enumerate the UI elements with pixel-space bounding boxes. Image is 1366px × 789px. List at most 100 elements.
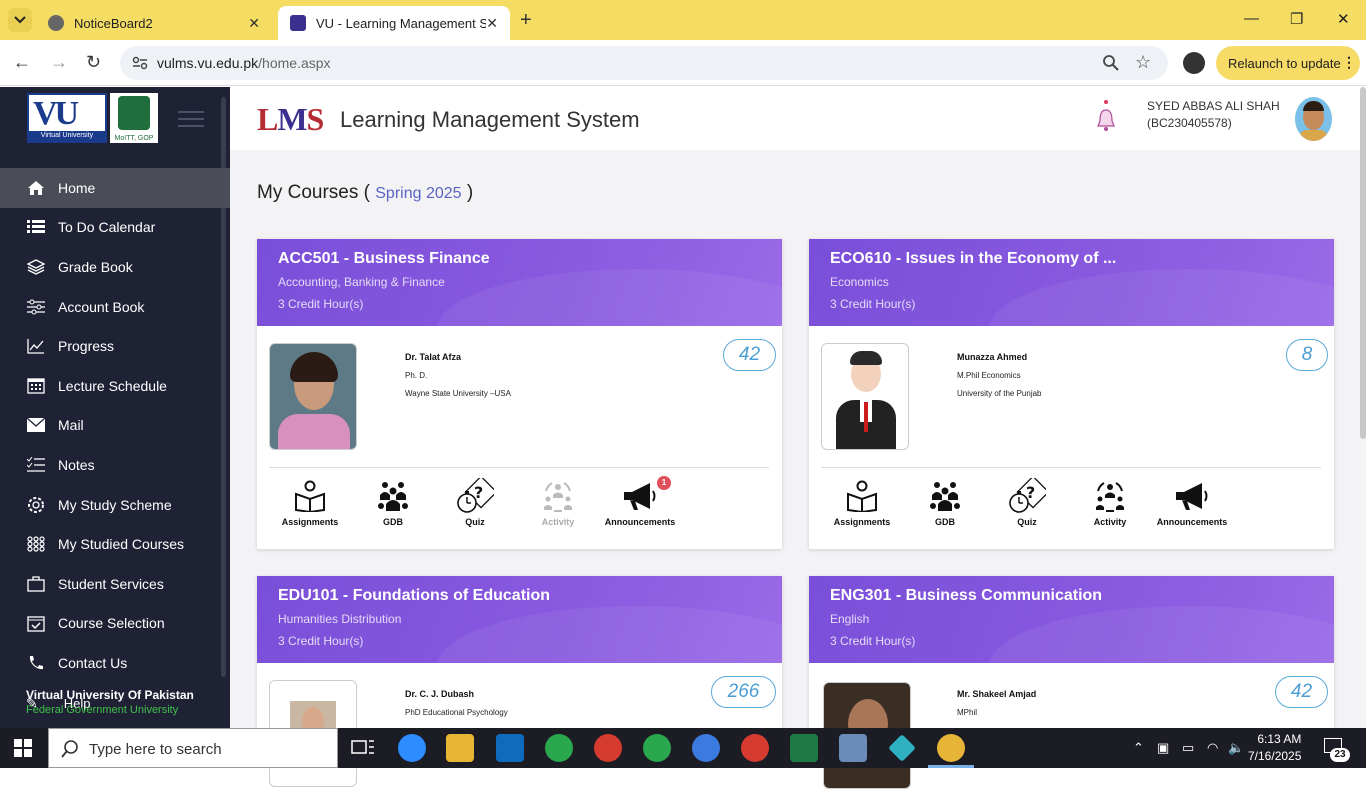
chrome-icon[interactable] — [545, 734, 573, 762]
gdb-button[interactable]: GDB — [352, 476, 434, 527]
maximize-icon[interactable]: ❐ — [1290, 10, 1303, 28]
sidebar-item-home[interactable]: Home — [0, 168, 230, 208]
action-label: GDB — [935, 517, 955, 527]
minimize-icon[interactable]: — — [1244, 10, 1259, 27]
book-reader-icon — [821, 476, 903, 516]
chrome-icon[interactable] — [692, 734, 720, 762]
app-diamond-icon[interactable] — [888, 734, 916, 762]
course-card[interactable]: EDU101 - Foundations of Education Humani… — [257, 576, 782, 787]
sidebar-item-student-services[interactable]: Student Services — [0, 564, 230, 604]
sidebar-item-course-selection[interactable]: Course Selection — [0, 604, 230, 644]
task-view-icon[interactable] — [350, 734, 378, 762]
seal-icon — [118, 96, 150, 130]
volume-muted-icon[interactable]: 🔈 — [1228, 740, 1244, 756]
site-info-icon[interactable] — [132, 56, 148, 70]
sidebar-item-todo-calendar[interactable]: To Do Calendar — [0, 208, 230, 248]
vu-logo[interactable]: VU Virtual University — [27, 93, 107, 143]
address-bar[interactable]: vulms.vu.edu.pk/home.aspx ☆ — [120, 46, 1168, 80]
sidebar-item-my-studied-courses[interactable]: My Studied Courses — [0, 524, 230, 564]
gdb-button[interactable]: GDB — [904, 476, 986, 527]
sidebar-item-label: Course Selection — [58, 615, 165, 632]
course-count-badge[interactable]: 42 — [723, 339, 776, 371]
course-card[interactable]: ENG301 - Business Communication English … — [809, 576, 1334, 789]
announcements-button[interactable]: Announcements 1 — [599, 476, 681, 527]
chrome-icon[interactable] — [741, 734, 769, 762]
sidebar-item-account-book[interactable]: Account Book — [0, 287, 230, 327]
zoom-icon[interactable] — [1103, 55, 1119, 71]
close-tab-icon[interactable]: ✕ — [248, 15, 260, 32]
close-window-icon[interactable]: ✕ — [1337, 10, 1350, 28]
course-count-badge[interactable]: 42 — [1275, 676, 1328, 708]
quiz-button[interactable]: ? Quiz — [986, 476, 1068, 527]
tab-noticeboard[interactable]: NoticeBoard2 ✕ — [36, 6, 272, 40]
course-card-body: Munazza Ahmed M.Phil Economics Universit… — [809, 326, 1334, 549]
course-title[interactable]: ECO610 - Issues in the Economy of ... — [830, 250, 1116, 268]
sidebar-item-label: Mail — [58, 417, 84, 434]
chrome-icon[interactable] — [594, 734, 622, 762]
calculator-icon[interactable] — [839, 734, 867, 762]
relaunch-button[interactable]: Relaunch to update ⋮ — [1216, 46, 1360, 80]
lms-logo[interactable]: LMS — [257, 101, 324, 138]
sidebar-item-my-study-scheme[interactable]: My Study Scheme — [0, 485, 230, 525]
file-explorer-icon[interactable] — [446, 734, 474, 762]
sidebar-item-notes[interactable]: Notes — [0, 445, 230, 485]
tab-title: VU - Learning Management Sys — [316, 15, 486, 31]
bookmark-star-icon[interactable]: ☆ — [1135, 52, 1151, 73]
course-card-body: Dr. Talat Afza Ph. D. Wayne State Univer… — [257, 326, 782, 549]
user-info[interactable]: SYED ABBAS ALI SHAH (BC230405578) — [1147, 98, 1280, 132]
more-menu-icon[interactable]: ⋮ — [1342, 54, 1356, 71]
windows-start-icon[interactable] — [14, 739, 32, 762]
course-department: English — [830, 612, 870, 626]
close-tab-icon[interactable]: ✕ — [486, 15, 498, 32]
tab-lms[interactable]: VU - Learning Management Sys ✕ — [278, 6, 510, 40]
action-label: Activity — [541, 517, 575, 527]
course-card[interactable]: ECO610 - Issues in the Economy of ... Ec… — [809, 239, 1334, 549]
assignments-button[interactable]: Assignments — [269, 476, 351, 527]
excel-icon[interactable] — [790, 734, 818, 762]
course-title[interactable]: ENG301 - Business Communication — [830, 587, 1102, 605]
sidebar-item-lecture-schedule[interactable]: Lecture Schedule — [0, 366, 230, 406]
course-title[interactable]: EDU101 - Foundations of Education — [278, 587, 550, 605]
profile-avatar[interactable] — [1183, 52, 1205, 74]
sidebar-item-contact-us[interactable]: Contact Us — [0, 643, 230, 683]
new-tab-button[interactable]: + — [520, 9, 532, 32]
notification-bell-icon[interactable] — [1096, 99, 1116, 138]
assignments-button[interactable]: Assignments — [821, 476, 903, 527]
course-title[interactable]: ACC501 - Business Finance — [278, 250, 490, 268]
taskbar-clock[interactable]: 6:13 AM 7/16/2025 — [1248, 731, 1301, 765]
course-card-header[interactable]: ACC501 - Business Finance Accounting, Ba… — [257, 239, 782, 326]
taskbar-search-input[interactable]: Type here to search — [48, 728, 338, 768]
sidebar-item-progress[interactable]: Progress — [0, 326, 230, 366]
chrome-icon[interactable] — [937, 734, 965, 762]
tab-search-button[interactable] — [8, 8, 32, 32]
wifi-icon[interactable]: ◠ — [1207, 740, 1218, 756]
hamburger-menu-icon[interactable] — [178, 111, 204, 132]
activity-button[interactable]: Activity — [517, 476, 599, 527]
reload-icon[interactable]: ↻ — [86, 52, 101, 73]
main-scrollbar[interactable] — [1360, 87, 1366, 439]
course-count-badge[interactable]: 8 — [1286, 339, 1328, 371]
sidebar-item-label: Contact Us — [58, 654, 128, 671]
activity-button[interactable]: Activity — [1069, 476, 1151, 527]
chrome-icon[interactable] — [643, 734, 671, 762]
quiz-button[interactable]: ? Quiz — [434, 476, 516, 527]
announcements-button[interactable]: Announcements — [1151, 476, 1233, 527]
chevron-up-icon[interactable]: ⌃ — [1133, 740, 1144, 756]
course-card-header[interactable]: EDU101 - Foundations of Education Humani… — [257, 576, 782, 663]
back-arrow-icon[interactable]: ← — [13, 52, 31, 73]
zoom-app-icon[interactable] — [398, 734, 426, 762]
course-card-header[interactable]: ENG301 - Business Communication English … — [809, 576, 1334, 663]
notification-count-badge: 23 — [1330, 748, 1350, 762]
forward-arrow-icon[interactable]: → — [50, 52, 68, 73]
instructor-university: Wayne State University –USA — [405, 389, 511, 398]
quiz-stopwatch-icon: ? — [434, 476, 516, 516]
sidebar-item-mail[interactable]: Mail — [0, 406, 230, 446]
battery-icon[interactable]: ▭ — [1182, 740, 1194, 756]
sidebar-item-grade-book[interactable]: Grade Book — [0, 247, 230, 287]
camera-icon[interactable]: ▣ — [1157, 740, 1169, 756]
course-count-badge[interactable]: 266 — [711, 676, 776, 708]
course-card-header[interactable]: ECO610 - Issues in the Economy of ... Ec… — [809, 239, 1334, 326]
avatar[interactable] — [1295, 97, 1332, 141]
course-card[interactable]: ACC501 - Business Finance Accounting, Ba… — [257, 239, 782, 549]
outlook-icon[interactable] — [496, 734, 524, 762]
